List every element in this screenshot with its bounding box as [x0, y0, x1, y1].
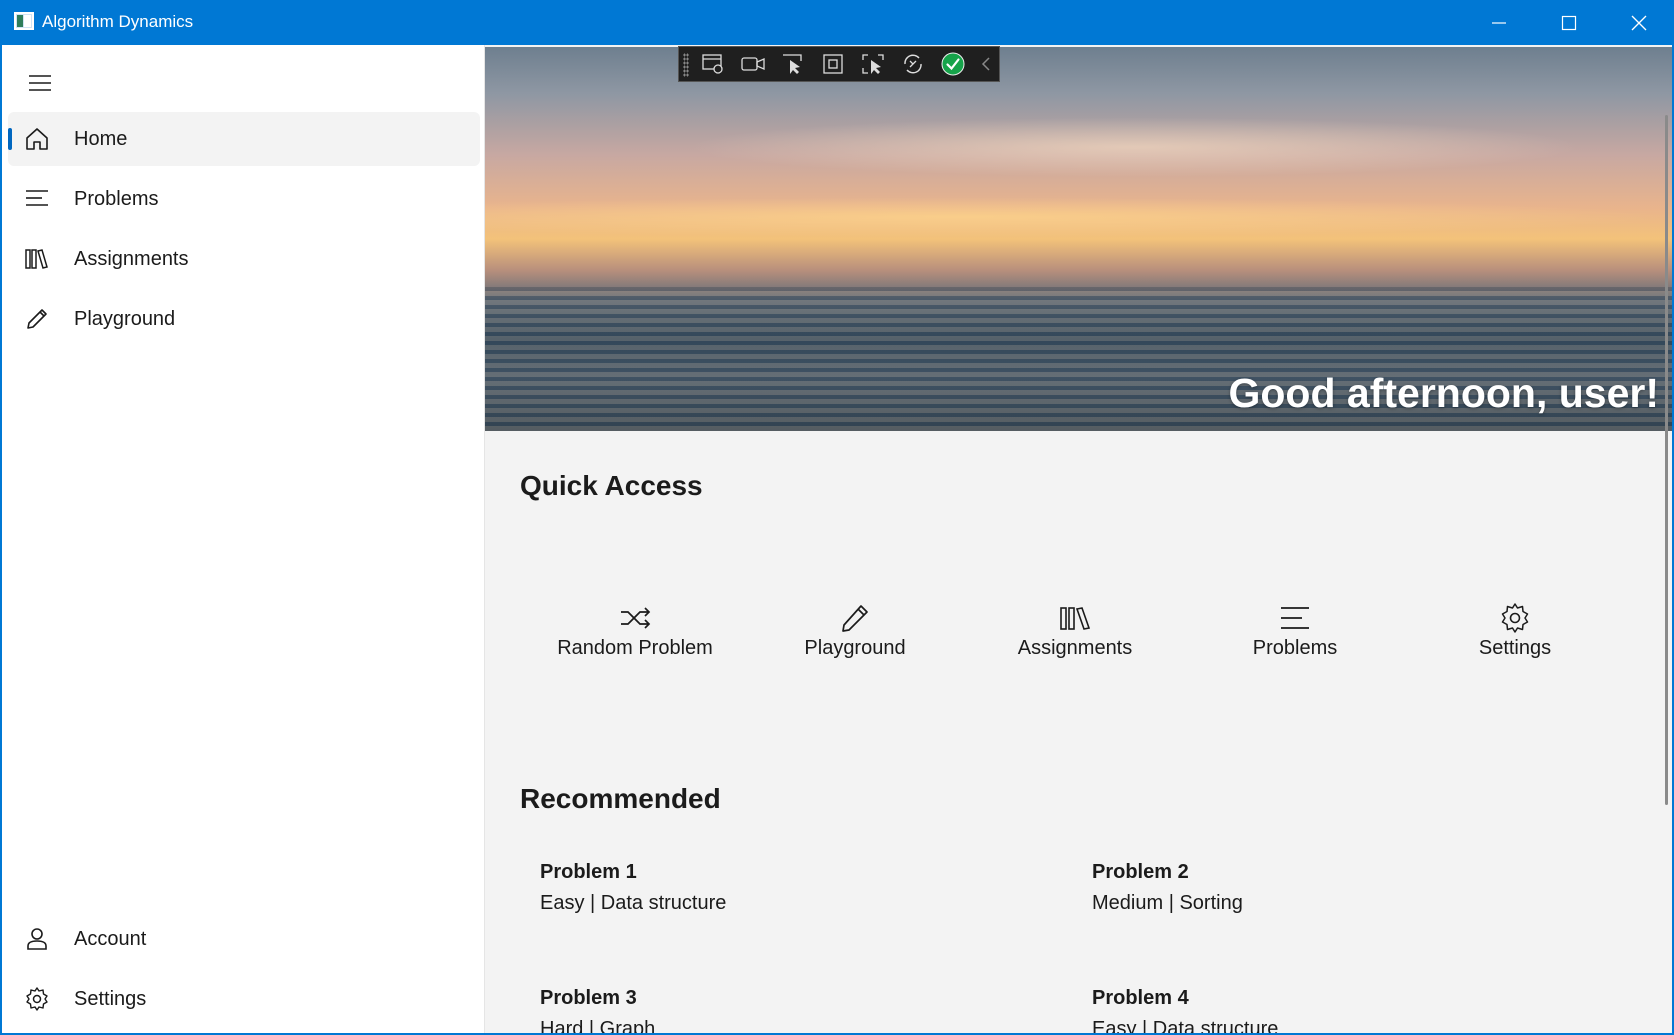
sidebar-item-assignments[interactable]: Assignments — [8, 232, 480, 286]
quick-access-label: Playground — [804, 637, 906, 659]
sidebar-item-label: Playground — [74, 308, 176, 330]
maximize-icon — [1561, 15, 1577, 30]
vertical-scrollbar[interactable] — [1665, 115, 1668, 805]
app-icon — [14, 12, 34, 30]
gear-icon — [26, 987, 48, 1011]
problem-meta: Hard | Graph — [540, 1018, 656, 1033]
app-window: Home Problems Assignments Playground Acc… — [2, 45, 1672, 1033]
recommended-title: Recommended — [520, 783, 721, 814]
hero-cloud — [685, 117, 1585, 177]
problem-meta: Easy | Data structure — [1092, 1018, 1279, 1033]
quick-access-label: Settings — [1478, 637, 1552, 659]
title-bar: Algorithm Dynamics — [0, 0, 1674, 45]
recommended-problem-card[interactable]: Problem 3 Hard | Graph — [540, 987, 940, 1033]
shuffle-icon — [621, 607, 651, 629]
hero-banner: Good afternoon, user! — [485, 47, 1672, 431]
sidebar-item-label: Account — [74, 928, 147, 950]
visual-tree-icon — [702, 54, 723, 74]
library-icon — [25, 249, 48, 269]
adorner-icon — [823, 54, 843, 74]
debug-toolbar — [678, 46, 1000, 82]
record-button[interactable] — [733, 46, 773, 82]
sidebar-item-settings[interactable]: Settings — [8, 972, 480, 1026]
selection-indicator — [8, 128, 12, 150]
quick-access-playground[interactable]: Playground — [755, 601, 955, 671]
sidebar-item-label: Home — [74, 128, 128, 150]
quick-access-label: Random Problem — [557, 637, 713, 659]
quick-access-title: Quick Access — [520, 470, 703, 501]
problem-title: Problem 1 — [540, 861, 637, 883]
recommended-problem-card[interactable]: Problem 1 Easy | Data structure — [540, 861, 940, 915]
camera-icon — [741, 57, 765, 71]
main-content: Good afternoon, user! Quick Access Rando… — [484, 45, 1672, 1033]
sidebar-item-playground[interactable]: Playground — [8, 292, 480, 346]
problem-title: Problem 3 — [540, 987, 637, 1009]
minimize-icon — [1492, 21, 1506, 24]
hero-sunlight — [485, 197, 1672, 237]
menu-toggle-button[interactable] — [20, 63, 60, 103]
track-focused-element-button[interactable] — [853, 46, 893, 82]
recommended-problem-card[interactable]: Problem 4 Easy | Data structure — [1092, 987, 1492, 1033]
sidebar-item-label: Problems — [74, 188, 159, 210]
window-title: Algorithm Dynamics — [42, 12, 194, 31]
live-visual-tree-button[interactable] — [693, 46, 733, 82]
problem-title: Problem 4 — [1092, 987, 1189, 1009]
quick-access-random-problem[interactable]: Random Problem — [535, 601, 735, 671]
pencil-icon — [842, 605, 868, 632]
gear-icon — [1501, 603, 1529, 633]
close-icon — [1631, 15, 1647, 30]
close-button[interactable] — [1604, 0, 1674, 45]
library-icon — [1060, 607, 1091, 630]
list-icon — [1281, 607, 1309, 629]
checkmark-status-icon — [941, 52, 965, 76]
greeting-text: Good afternoon, user! — [1228, 370, 1660, 416]
hot-reload-icon — [904, 54, 922, 74]
hot-reload-status-button[interactable] — [933, 46, 973, 82]
home-icon — [26, 128, 48, 150]
problem-title: Problem 2 — [1092, 861, 1189, 883]
chevron-left-icon — [981, 57, 990, 71]
pencil-icon — [27, 309, 47, 329]
track-focus-icon — [862, 54, 884, 74]
hot-reload-button[interactable] — [893, 46, 933, 82]
quick-access-label: Problems — [1252, 637, 1338, 659]
quick-access-problems[interactable]: Problems — [1195, 601, 1395, 671]
quick-access-assignments[interactable]: Assignments — [975, 601, 1175, 671]
sidebar-item-home[interactable]: Home — [8, 112, 480, 166]
hamburger-icon — [29, 75, 51, 91]
select-cursor-icon — [783, 54, 802, 74]
sidebar-item-account[interactable]: Account — [8, 912, 480, 966]
navigation-pane: Home Problems Assignments Playground Acc… — [2, 45, 484, 1033]
maximize-button[interactable] — [1534, 0, 1604, 45]
quick-access-settings[interactable]: Settings — [1415, 601, 1615, 671]
toolbar-grip[interactable] — [683, 53, 689, 77]
problem-meta: Easy | Data structure — [540, 892, 727, 914]
sidebar-item-label: Settings — [74, 988, 147, 1010]
minimize-button[interactable] — [1464, 0, 1534, 45]
problem-meta: Medium | Sorting — [1092, 892, 1243, 914]
list-icon — [26, 190, 48, 206]
recommended-problem-card[interactable]: Problem 2 Medium | Sorting — [1092, 861, 1492, 915]
select-element-button[interactable] — [773, 46, 813, 82]
sidebar-item-label: Assignments — [74, 248, 189, 270]
sidebar-item-problems[interactable]: Problems — [8, 172, 480, 226]
person-icon — [27, 928, 47, 950]
collapse-toolbar-button[interactable] — [973, 46, 999, 82]
display-layout-adorners-button[interactable] — [813, 46, 853, 82]
quick-access-label: Assignments — [1017, 637, 1133, 659]
